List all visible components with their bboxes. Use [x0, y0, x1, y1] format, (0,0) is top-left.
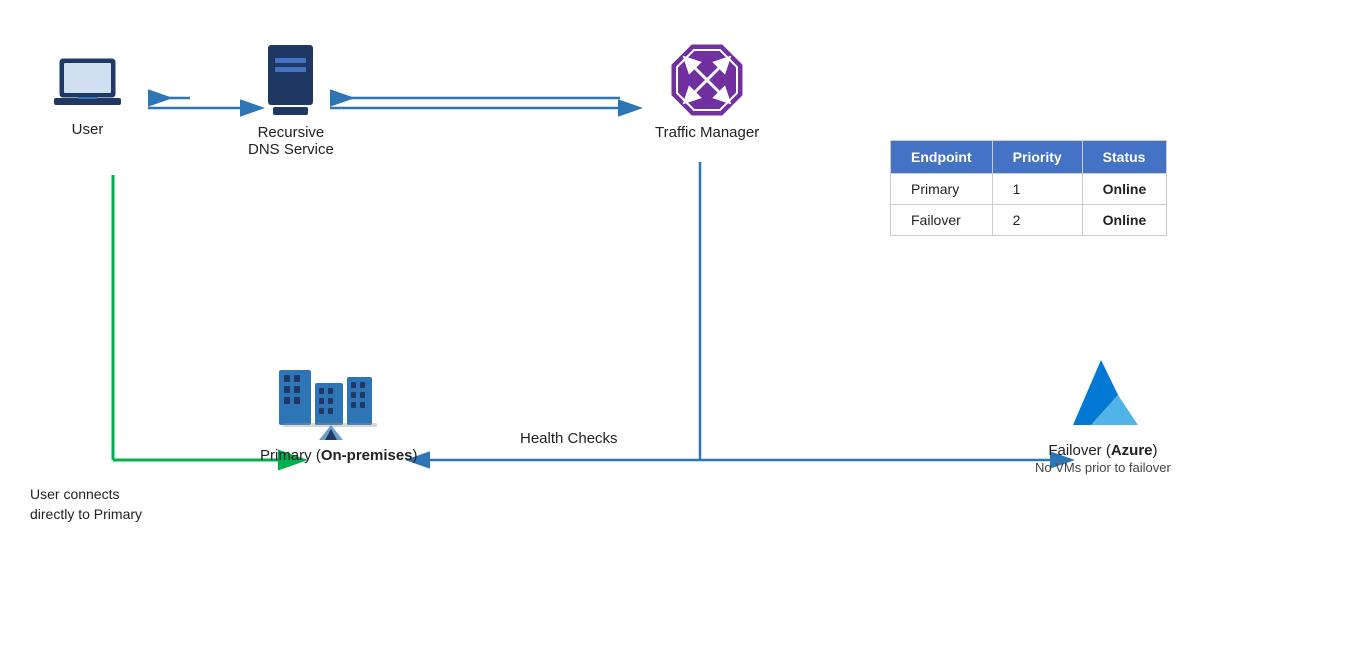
traffic-manager-label: Traffic Manager	[655, 124, 759, 141]
dns-node: Recursive DNS Service	[248, 40, 334, 158]
failover-label: Failover (Azure) No VMs prior to failove…	[1035, 442, 1171, 476]
onprem-icon	[269, 355, 409, 445]
primary-label-bold: On-premises	[321, 447, 413, 464]
status-failover: Online	[1082, 205, 1167, 236]
laptop-icon	[50, 55, 125, 115]
traffic-manager-node: Traffic Manager	[655, 40, 759, 141]
user-label: User	[72, 121, 104, 138]
traffic-manager-icon	[667, 40, 747, 120]
table-row-primary: Primary 1 Online	[891, 174, 1167, 205]
diagram-container: { "title": "Azure Traffic Manager Priori…	[0, 0, 1350, 656]
failover-sublabel: No VMs prior to failover	[1035, 460, 1171, 475]
health-checks-label: Health Checks	[520, 430, 618, 447]
table-header-priority: Priority	[992, 141, 1082, 174]
dns-label: Recursive DNS Service	[248, 124, 334, 158]
primary-label: Primary (On-premises)	[260, 447, 418, 464]
dns-server-icon	[263, 40, 318, 120]
endpoint-failover: Failover	[891, 205, 993, 236]
failover-label-bold: Azure	[1111, 442, 1153, 459]
priority-failover: 2	[992, 205, 1082, 236]
azure-logo-icon	[1053, 350, 1153, 440]
endpoint-primary: Primary	[891, 174, 993, 205]
priority-primary: 1	[992, 174, 1082, 205]
table-row-failover: Failover 2 Online	[891, 205, 1167, 236]
user-connects-label: User connectsdirectly to Primary	[30, 485, 142, 524]
status-primary: Online	[1082, 174, 1167, 205]
table-header-status: Status	[1082, 141, 1167, 174]
failover-node: Failover (Azure) No VMs prior to failove…	[1035, 350, 1171, 476]
table-header-endpoint: Endpoint	[891, 141, 993, 174]
priority-table: Endpoint Priority Status Primary 1 Onlin…	[890, 140, 1167, 236]
primary-node: Primary (On-premises)	[260, 355, 418, 464]
user-node: User	[50, 55, 125, 138]
